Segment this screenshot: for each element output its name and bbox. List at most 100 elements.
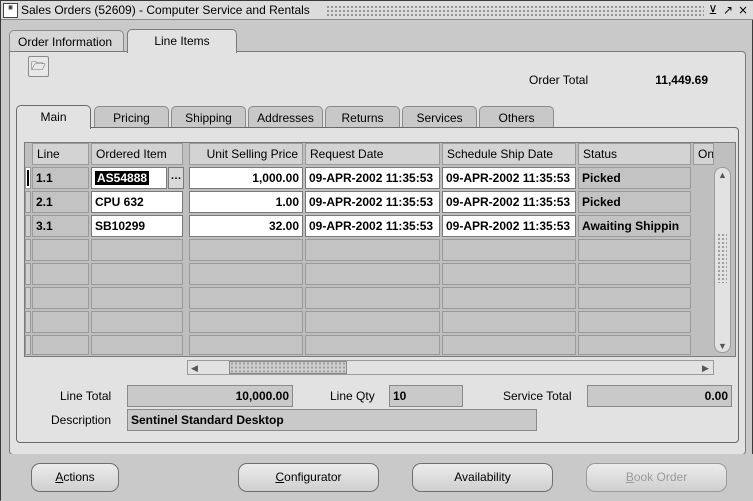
scroll-up-icon[interactable]: ▲ bbox=[717, 170, 728, 180]
empty-cell[interactable] bbox=[32, 287, 89, 309]
window-title: Sales Orders (52609) - Computer Service … bbox=[21, 3, 310, 17]
horizontal-scroll-thumb[interactable] bbox=[229, 361, 347, 374]
cell-request-date[interactable]: 09-APR-2002 11:35:53 bbox=[305, 167, 440, 189]
row-indicator[interactable] bbox=[25, 287, 31, 309]
service-total-field[interactable]: 0.00 bbox=[587, 385, 732, 407]
tab-line-items[interactable]: Line Items bbox=[127, 29, 237, 53]
empty-cell[interactable] bbox=[91, 311, 183, 333]
scroll-right-icon[interactable]: ▶ bbox=[700, 363, 711, 373]
empty-cell[interactable] bbox=[305, 239, 440, 261]
column-header-on[interactable]: On bbox=[693, 143, 714, 165]
cell-line[interactable]: 2.1 bbox=[32, 191, 89, 213]
cell-status[interactable]: Picked bbox=[578, 167, 691, 189]
sales-orders-window: ▦ Sales Orders (52609) - Computer Servic… bbox=[0, 0, 753, 501]
cell-unit-selling-price[interactable]: 32.00 bbox=[189, 215, 303, 237]
empty-cell[interactable] bbox=[442, 263, 576, 285]
column-header-ordered-item[interactable]: Ordered Item bbox=[91, 143, 183, 165]
tab-returns[interactable]: Returns bbox=[325, 106, 400, 128]
row-indicator[interactable] bbox=[25, 239, 31, 261]
tab-pricing[interactable]: Pricing bbox=[94, 106, 169, 128]
row-indicator[interactable] bbox=[25, 215, 31, 237]
actions-button[interactable]: Actions bbox=[31, 463, 119, 492]
scroll-down-icon[interactable]: ▼ bbox=[717, 341, 728, 351]
order-total-label: Order Total bbox=[529, 73, 589, 87]
cell-schedule-ship-date[interactable]: 09-APR-2002 11:35:53 bbox=[442, 167, 576, 189]
line-qty-label: Line Qty bbox=[330, 389, 375, 403]
tab-others[interactable]: Others bbox=[479, 106, 554, 128]
empty-cell[interactable] bbox=[305, 335, 440, 355]
cell-request-date[interactable]: 09-APR-2002 11:35:53 bbox=[305, 191, 440, 213]
cell-ordered-item[interactable]: AS54888 bbox=[91, 167, 167, 189]
empty-cell[interactable] bbox=[305, 263, 440, 285]
empty-cell[interactable] bbox=[578, 335, 691, 355]
cell-status[interactable]: Awaiting Shippin bbox=[578, 215, 691, 237]
tab-order-information[interactable]: Order Information bbox=[9, 30, 124, 52]
column-header-unit-selling-price[interactable]: Unit Selling Price bbox=[189, 143, 303, 165]
cell-schedule-ship-date[interactable]: 09-APR-2002 11:35:53 bbox=[442, 215, 576, 237]
empty-cell[interactable] bbox=[578, 239, 691, 261]
cell-ordered-item[interactable]: SB10299 bbox=[91, 215, 183, 237]
empty-cell[interactable] bbox=[305, 311, 440, 333]
book-order-button[interactable]: Book Order bbox=[586, 463, 727, 492]
empty-cell[interactable] bbox=[578, 311, 691, 333]
empty-cell[interactable] bbox=[578, 263, 691, 285]
cell-request-date[interactable]: 09-APR-2002 11:35:53 bbox=[305, 215, 440, 237]
row-indicator[interactable] bbox=[25, 311, 31, 333]
cell-line[interactable]: 3.1 bbox=[32, 215, 89, 237]
column-header-request-date[interactable]: Request Date bbox=[305, 143, 440, 165]
empty-cell[interactable] bbox=[305, 287, 440, 309]
cell-schedule-ship-date[interactable]: 09-APR-2002 11:35:53 bbox=[442, 191, 576, 213]
minimize-icon[interactable]: ⊻ bbox=[707, 3, 719, 17]
empty-cell[interactable] bbox=[91, 335, 183, 355]
empty-cell[interactable] bbox=[32, 335, 89, 355]
empty-cell[interactable] bbox=[32, 263, 89, 285]
title-bar[interactable]: ▦ Sales Orders (52609) - Computer Servic… bbox=[1, 1, 753, 20]
cell-unit-selling-price[interactable]: 1,000.00 bbox=[189, 167, 303, 189]
cell-line[interactable]: 1.1 bbox=[32, 167, 89, 189]
availability-button[interactable]: Availability bbox=[412, 463, 553, 492]
empty-cell[interactable] bbox=[442, 311, 576, 333]
configurator-button[interactable]: Configurator bbox=[238, 463, 379, 492]
empty-cell[interactable] bbox=[32, 311, 89, 333]
folder-icon[interactable]: 🗁 bbox=[28, 56, 49, 77]
tab-shipping[interactable]: Shipping bbox=[171, 106, 246, 128]
list-of-values-button[interactable]: … bbox=[168, 167, 184, 189]
service-total-label: Service Total bbox=[503, 389, 572, 403]
empty-cell[interactable] bbox=[91, 287, 183, 309]
empty-cell[interactable] bbox=[32, 239, 89, 261]
empty-cell[interactable] bbox=[189, 263, 303, 285]
tab-addresses[interactable]: Addresses bbox=[248, 106, 323, 128]
row-indicator[interactable] bbox=[25, 167, 31, 189]
row-indicator[interactable] bbox=[25, 263, 31, 285]
empty-cell[interactable] bbox=[578, 287, 691, 309]
close-icon[interactable]: × bbox=[737, 3, 749, 17]
configurator-mnemonic: C bbox=[275, 470, 285, 484]
selected-item-text[interactable]: AS54888 bbox=[95, 171, 150, 185]
cell-ordered-item[interactable]: CPU 632 bbox=[91, 191, 183, 213]
empty-cell[interactable] bbox=[91, 239, 183, 261]
scroll-left-icon[interactable]: ◀ bbox=[189, 363, 200, 373]
tab-services[interactable]: Services bbox=[402, 106, 477, 128]
empty-cell[interactable] bbox=[442, 335, 576, 355]
description-field[interactable]: Sentinel Standard Desktop bbox=[127, 409, 537, 431]
cell-unit-selling-price[interactable]: 1.00 bbox=[189, 191, 303, 213]
column-header-status[interactable]: Status bbox=[578, 143, 691, 165]
empty-cell[interactable] bbox=[442, 239, 576, 261]
empty-cell[interactable] bbox=[442, 287, 576, 309]
empty-cell[interactable] bbox=[189, 287, 303, 309]
empty-cell[interactable] bbox=[189, 239, 303, 261]
maximize-icon[interactable]: ↗ bbox=[722, 3, 734, 17]
line-total-field[interactable]: 10,000.00 bbox=[127, 385, 293, 407]
row-indicator[interactable] bbox=[25, 191, 31, 213]
empty-cell[interactable] bbox=[91, 263, 183, 285]
cell-status[interactable]: Picked bbox=[578, 191, 691, 213]
tab-main[interactable]: Main bbox=[16, 105, 91, 129]
empty-cell[interactable] bbox=[189, 311, 303, 333]
vertical-scroll-thumb[interactable] bbox=[717, 233, 727, 283]
column-header-schedule-ship-date[interactable]: Schedule Ship Date bbox=[442, 143, 576, 165]
column-header-line[interactable]: Line bbox=[32, 143, 89, 165]
empty-cell[interactable] bbox=[189, 335, 303, 355]
line-qty-field[interactable]: 10 bbox=[389, 385, 463, 407]
row-indicator[interactable] bbox=[25, 335, 31, 355]
configurator-label: onfigurator bbox=[284, 470, 342, 484]
